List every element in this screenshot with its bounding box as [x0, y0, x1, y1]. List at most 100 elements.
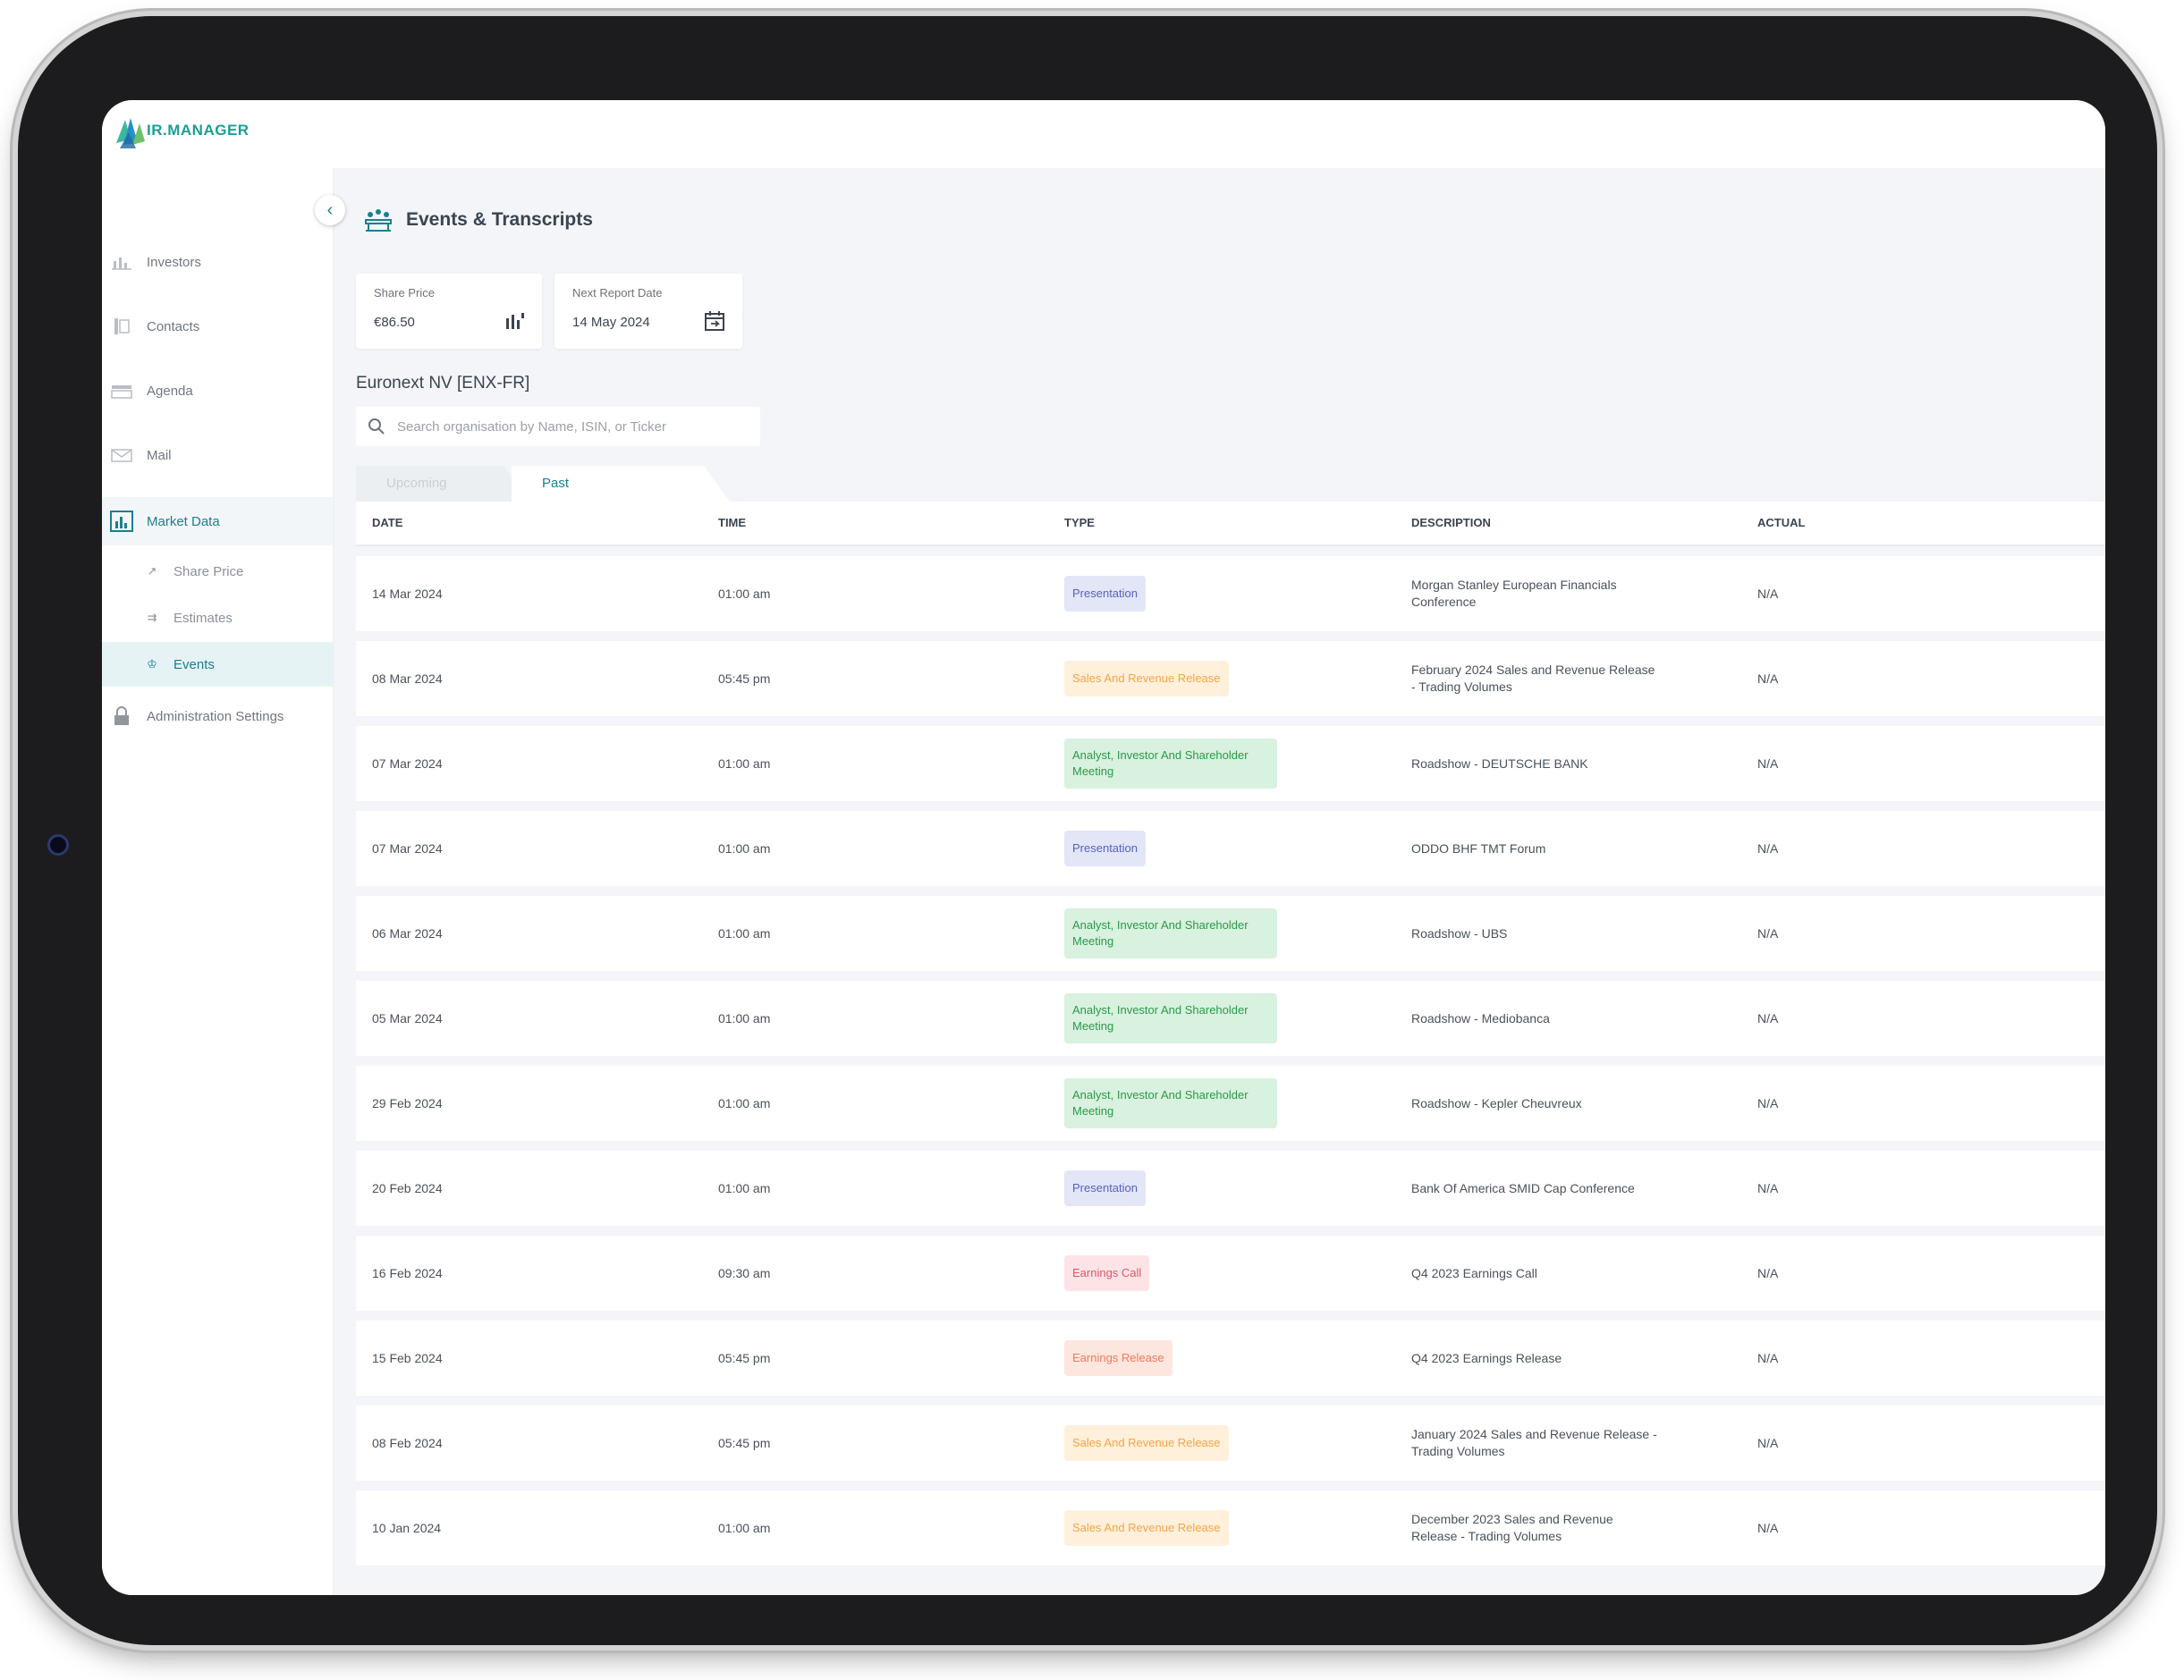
sidebar-item-market-data[interactable]: Market Data: [102, 497, 333, 545]
sidebar-subitem-label: Share Price: [174, 563, 244, 579]
sidebar-item-label: Contacts: [147, 318, 200, 334]
cell-type: Presentation: [1064, 556, 1386, 631]
table-row[interactable]: 07 Mar 2024 01:00 am Presentation ODDO B…: [356, 811, 2105, 886]
table-row[interactable]: 16 Feb 2024 09:30 am Earnings Call Q4 20…: [356, 1236, 2105, 1311]
cell-description: Q4 2023 Earnings Call: [1411, 1265, 1537, 1280]
search-box: [356, 407, 760, 446]
sidebar-item-mail[interactable]: Mail: [102, 433, 333, 477]
cell-date: 16 Feb 2024: [372, 1265, 443, 1280]
table-header: DATE TIME TYPE DESCRIPTION ACTUAL: [356, 502, 2105, 546]
cell-description: December 2023 Sales and Revenue Release …: [1411, 1512, 1613, 1543]
estimates-icon: ⇉: [147, 611, 157, 624]
cell-actual: N/A: [1757, 671, 1779, 686]
sidebar-item-contacts[interactable]: Contacts: [102, 304, 333, 349]
table-row[interactable]: 08 Feb 2024 05:45 pm Sales And Revenue R…: [356, 1406, 2105, 1481]
table-row[interactable]: 06 Mar 2024 01:00 am Analyst, Investor A…: [356, 896, 2105, 971]
column-header-date[interactable]: DATE: [372, 502, 402, 545]
cell-date: 06 Mar 2024: [372, 925, 443, 941]
sidebar-subitem-share-price[interactable]: ↗ Share Price: [102, 549, 333, 594]
tab-upcoming[interactable]: Upcoming: [356, 466, 525, 502]
sidebar-item-investors[interactable]: Investors: [102, 240, 333, 284]
table-row[interactable]: 05 Mar 2024 01:00 am Analyst, Investor A…: [356, 981, 2105, 1056]
cell-time: 05:45 pm: [718, 1350, 771, 1365]
camera: [47, 834, 69, 856]
table-row[interactable]: 15 Feb 2024 05:45 pm Earnings Release Q4…: [356, 1321, 2105, 1396]
sidebar-item-label: Investors: [147, 254, 201, 270]
sidebar: Investors Contacts Agenda Mail Market Da…: [102, 168, 334, 1595]
cell-time: 01:00 am: [718, 586, 771, 601]
cell-description: Roadshow - DEUTSCHE BANK: [1411, 756, 1588, 771]
next-report-date-value: 14 May 2024: [572, 315, 650, 330]
collapse-sidebar-button[interactable]: ‹: [315, 195, 345, 225]
cell-time: 01:00 am: [718, 1180, 771, 1195]
sidebar-item-label: Market Data: [147, 513, 220, 529]
sidebar-item-agenda[interactable]: Agenda: [102, 368, 333, 413]
type-badge: Presentation: [1064, 831, 1146, 866]
cell-time: 01:00 am: [718, 925, 771, 941]
cell-actual: N/A: [1757, 1435, 1779, 1450]
sidebar-item-label: Mail: [147, 447, 172, 463]
cell-date: 10 Jan 2024: [372, 1520, 442, 1535]
page-title-text: Events & Transcripts: [406, 209, 593, 230]
cell-type: Sales And Revenue Release: [1064, 1490, 1386, 1566]
cell-actual: N/A: [1757, 1095, 1779, 1110]
type-badge: Analyst, Investor And Shareholder Meetin…: [1064, 739, 1277, 789]
contacts-icon: [109, 317, 134, 336]
table-row[interactable]: 10 Jan 2024 01:00 am Sales And Revenue R…: [356, 1490, 2105, 1566]
cell-description: January 2024 Sales and Revenue Release -…: [1411, 1427, 1657, 1458]
share-price-card: Share Price €86.50: [356, 274, 542, 349]
column-header-type[interactable]: TYPE: [1064, 502, 1095, 545]
calendar-icon[interactable]: [703, 309, 726, 333]
search-icon: [368, 418, 385, 435]
table-row[interactable]: 29 Feb 2024 01:00 am Analyst, Investor A…: [356, 1066, 2105, 1141]
cell-date: 05 Mar 2024: [372, 1010, 443, 1026]
cell-actual: N/A: [1757, 840, 1779, 856]
cell-actual: N/A: [1757, 1350, 1779, 1365]
cell-type: Analyst, Investor And Shareholder Meetin…: [1064, 981, 1386, 1056]
cell-description: Roadshow - UBS: [1411, 925, 1508, 941]
cell-type: Earnings Call: [1064, 1236, 1386, 1311]
tabs: Upcoming Past: [356, 466, 732, 502]
cell-type: Presentation: [1064, 1151, 1386, 1226]
table-row[interactable]: 20 Feb 2024 01:00 am Presentation Bank O…: [356, 1151, 2105, 1226]
search-input[interactable]: [395, 418, 757, 435]
sidebar-item-label: Administration Settings: [147, 708, 284, 724]
bar-chart-icon[interactable]: [503, 309, 526, 333]
cell-date: 14 Mar 2024: [372, 586, 443, 601]
sidebar-subitem-estimates[interactable]: ⇉ Estimates: [102, 595, 333, 640]
cell-type: Analyst, Investor And Shareholder Meetin…: [1064, 726, 1386, 801]
cell-date: 15 Feb 2024: [372, 1350, 443, 1365]
cell-type: Earnings Release: [1064, 1321, 1386, 1396]
share-price-value: €86.50: [374, 315, 415, 330]
sidebar-item-administration-settings[interactable]: Administration Settings: [102, 694, 333, 739]
cell-actual: N/A: [1757, 1010, 1779, 1026]
cell-description: Bank Of America SMID Cap Conference: [1411, 1180, 1635, 1195]
cell-type: Analyst, Investor And Shareholder Meetin…: [1064, 1066, 1386, 1141]
table-row[interactable]: 08 Mar 2024 05:45 pm Sales And Revenue R…: [356, 641, 2105, 716]
type-badge: Sales And Revenue Release: [1064, 661, 1229, 696]
cell-actual: N/A: [1757, 1180, 1779, 1195]
mail-icon: [109, 445, 134, 465]
table-row[interactable]: 14 Mar 2024 01:00 am Presentation Morgan…: [356, 556, 2105, 631]
table-row[interactable]: 07 Mar 2024 01:00 am Analyst, Investor A…: [356, 726, 2105, 801]
logo-text: IR.MANAGER: [147, 122, 250, 139]
cell-time: 05:45 pm: [718, 671, 771, 686]
type-badge: Analyst, Investor And Shareholder Meetin…: [1064, 908, 1277, 958]
chevron-left-icon: ‹: [326, 199, 334, 220]
column-header-actual[interactable]: ACTUAL: [1757, 502, 1805, 545]
sidebar-subitem-label: Estimates: [174, 610, 233, 626]
events-icon: ♔: [147, 657, 157, 671]
cell-type: Sales And Revenue Release: [1064, 641, 1386, 716]
lock-icon: [109, 706, 134, 726]
type-badge: Sales And Revenue Release: [1064, 1510, 1229, 1546]
column-header-time[interactable]: TIME: [718, 502, 746, 545]
next-report-date-label: Next Report Date: [572, 286, 663, 300]
cell-description: ODDO BHF TMT Forum: [1411, 840, 1546, 856]
sidebar-subitem-events[interactable]: ♔ Events: [102, 642, 333, 687]
cell-description: February 2024 Sales and Revenue Release …: [1411, 663, 1655, 694]
agenda-icon: [109, 381, 134, 401]
tab-past[interactable]: Past: [512, 466, 730, 502]
cell-actual: N/A: [1757, 1520, 1779, 1535]
type-badge: Sales And Revenue Release: [1064, 1425, 1229, 1461]
column-header-description[interactable]: DESCRIPTION: [1411, 502, 1491, 545]
